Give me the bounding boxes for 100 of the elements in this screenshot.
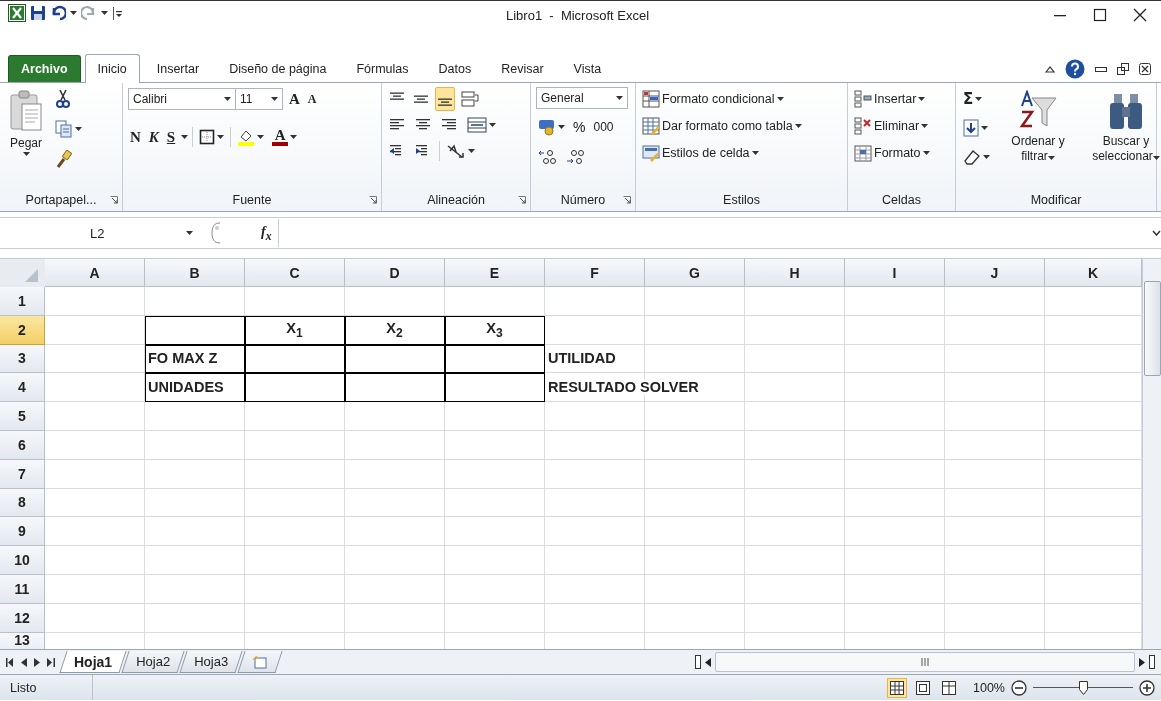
- sheet-cell[interactable]: [545, 517, 645, 547]
- paste-button[interactable]: Pegar: [5, 87, 47, 189]
- sheet-cell[interactable]: [245, 574, 345, 604]
- row-header[interactable]: 9: [0, 517, 45, 547]
- sheet-cell[interactable]: [45, 488, 145, 518]
- last-sheet-icon[interactable]: [47, 657, 55, 667]
- sheet-cell[interactable]: [945, 546, 1045, 575]
- column-header[interactable]: D: [345, 259, 445, 287]
- format-as-table-button[interactable]: Dar formato como tabla: [641, 114, 803, 138]
- bordered-cell[interactable]: FO MAX Z: [145, 344, 245, 374]
- sheet-cell[interactable]: [45, 574, 145, 604]
- sheet-cell[interactable]: [845, 488, 945, 518]
- column-header[interactable]: C: [245, 259, 345, 287]
- sheet-cell[interactable]: [245, 287, 345, 316]
- sheet-cell[interactable]: [645, 517, 745, 547]
- sheet-cell[interactable]: [745, 574, 845, 604]
- cell-styles-button[interactable]: Estilos de celda: [641, 141, 803, 165]
- zoom-slider[interactable]: [1033, 680, 1133, 695]
- ribbon-tab[interactable]: Vista: [560, 55, 615, 82]
- sheet-cell[interactable]: [145, 546, 245, 575]
- format-cells-button[interactable]: Formato: [853, 141, 931, 165]
- underline-button[interactable]: S: [164, 125, 178, 149]
- bordered-cell[interactable]: [145, 315, 245, 345]
- sheet-cell[interactable]: [945, 344, 1045, 374]
- vertical-scrollbar[interactable]: [1142, 259, 1161, 649]
- insert-function-button[interactable]: f$_{x}$: [261, 223, 272, 243]
- bordered-cell[interactable]: [445, 344, 545, 374]
- grow-font-button[interactable]: A: [287, 87, 302, 111]
- dialog-launcher-icon[interactable]: [369, 196, 377, 204]
- bold-button[interactable]: N: [128, 125, 143, 149]
- name-box[interactable]: L2: [0, 219, 205, 247]
- column-header[interactable]: A: [45, 259, 145, 287]
- row-header[interactable]: 6: [0, 431, 45, 460]
- sheet-cell[interactable]: [45, 287, 145, 316]
- row-header[interactable]: 7: [0, 459, 45, 489]
- sheet-cell[interactable]: [145, 431, 245, 460]
- sheet-cell[interactable]: [745, 373, 845, 403]
- font-size-field[interactable]: 11: [235, 88, 283, 110]
- percent-button[interactable]: %: [571, 115, 588, 139]
- column-header[interactable]: I: [845, 259, 945, 287]
- sheet-cell[interactable]: [145, 603, 245, 633]
- copy-button[interactable]: [53, 117, 84, 141]
- sheet-cell[interactable]: [145, 574, 245, 604]
- scroll-left-icon[interactable]: [705, 657, 711, 667]
- sheet-cell[interactable]: [45, 517, 145, 547]
- dialog-launcher-icon[interactable]: [623, 196, 631, 204]
- sheet-cell[interactable]: [445, 488, 545, 518]
- row-header[interactable]: 11: [0, 574, 45, 604]
- ribbon-tab[interactable]: Revisar: [488, 55, 557, 82]
- row-header[interactable]: 5: [0, 402, 45, 431]
- sheet-cell[interactable]: [845, 517, 945, 547]
- sheet-cell[interactable]: [945, 315, 1045, 345]
- sheet-cell[interactable]: [345, 488, 445, 518]
- sheet-cell[interactable]: [245, 431, 345, 460]
- sheet-cell[interactable]: [945, 287, 1045, 316]
- bordered-cell[interactable]: X$_{3}$: [445, 315, 545, 345]
- zoom-thumb-icon[interactable]: [1079, 680, 1088, 695]
- sheet-cell[interactable]: [545, 402, 645, 431]
- bordered-cell[interactable]: [245, 373, 345, 403]
- scroll-right-icon[interactable]: [1139, 657, 1145, 667]
- sheet-cell[interactable]: [745, 603, 845, 633]
- sheet-cell[interactable]: [745, 344, 845, 374]
- font-name-field[interactable]: Calibri: [128, 88, 236, 110]
- column-header[interactable]: B: [145, 259, 245, 287]
- sheet-cell[interactable]: [545, 574, 645, 604]
- sheet-cell[interactable]: [545, 546, 645, 575]
- row-header[interactable]: 10: [0, 546, 45, 575]
- sheet-cell[interactable]: [345, 546, 445, 575]
- sheet-cell[interactable]: [745, 287, 845, 316]
- sheet-tab[interactable]: Hoja3: [179, 651, 243, 673]
- sheet-cell[interactable]: [245, 517, 345, 547]
- select-all-icon[interactable]: [0, 259, 45, 287]
- sheet-cell[interactable]: [245, 459, 345, 489]
- sheet-cell[interactable]: [745, 431, 845, 460]
- sheet-cell[interactable]: [545, 488, 645, 518]
- zoom-out-icon[interactable]: [1011, 679, 1027, 696]
- sheet-cell[interactable]: [345, 517, 445, 547]
- column-header[interactable]: H: [745, 259, 845, 287]
- sheet-cell[interactable]: [45, 546, 145, 575]
- sheet-cell[interactable]: [145, 287, 245, 316]
- ribbon-tab[interactable]: Fórmulas: [343, 55, 422, 82]
- scroll-thumb[interactable]: [1144, 281, 1161, 376]
- previous-sheet-icon[interactable]: [21, 657, 27, 667]
- sheet-cell[interactable]: [645, 574, 745, 604]
- sheet-cell[interactable]: [645, 488, 745, 518]
- sheet-cell[interactable]: [745, 517, 845, 547]
- thousands-button[interactable]: 000: [591, 115, 616, 139]
- collapse-ribbon-icon[interactable]: [1045, 64, 1055, 73]
- column-header[interactable]: F: [545, 259, 645, 287]
- sheet-cell[interactable]: [645, 402, 745, 431]
- sheet-cell[interactable]: [345, 431, 445, 460]
- row-header[interactable]: 12: [0, 603, 45, 633]
- dialog-launcher-icon[interactable]: [518, 196, 526, 204]
- shrink-font-button[interactable]: A: [305, 87, 319, 111]
- bordered-cell[interactable]: [245, 344, 345, 374]
- sheet-cell[interactable]: [645, 315, 745, 345]
- normal-view-button[interactable]: [887, 677, 907, 698]
- ribbon-tab[interactable]: Archivo: [8, 55, 81, 82]
- font-color-button[interactable]: A: [270, 125, 300, 149]
- sheet-cell[interactable]: [545, 603, 645, 633]
